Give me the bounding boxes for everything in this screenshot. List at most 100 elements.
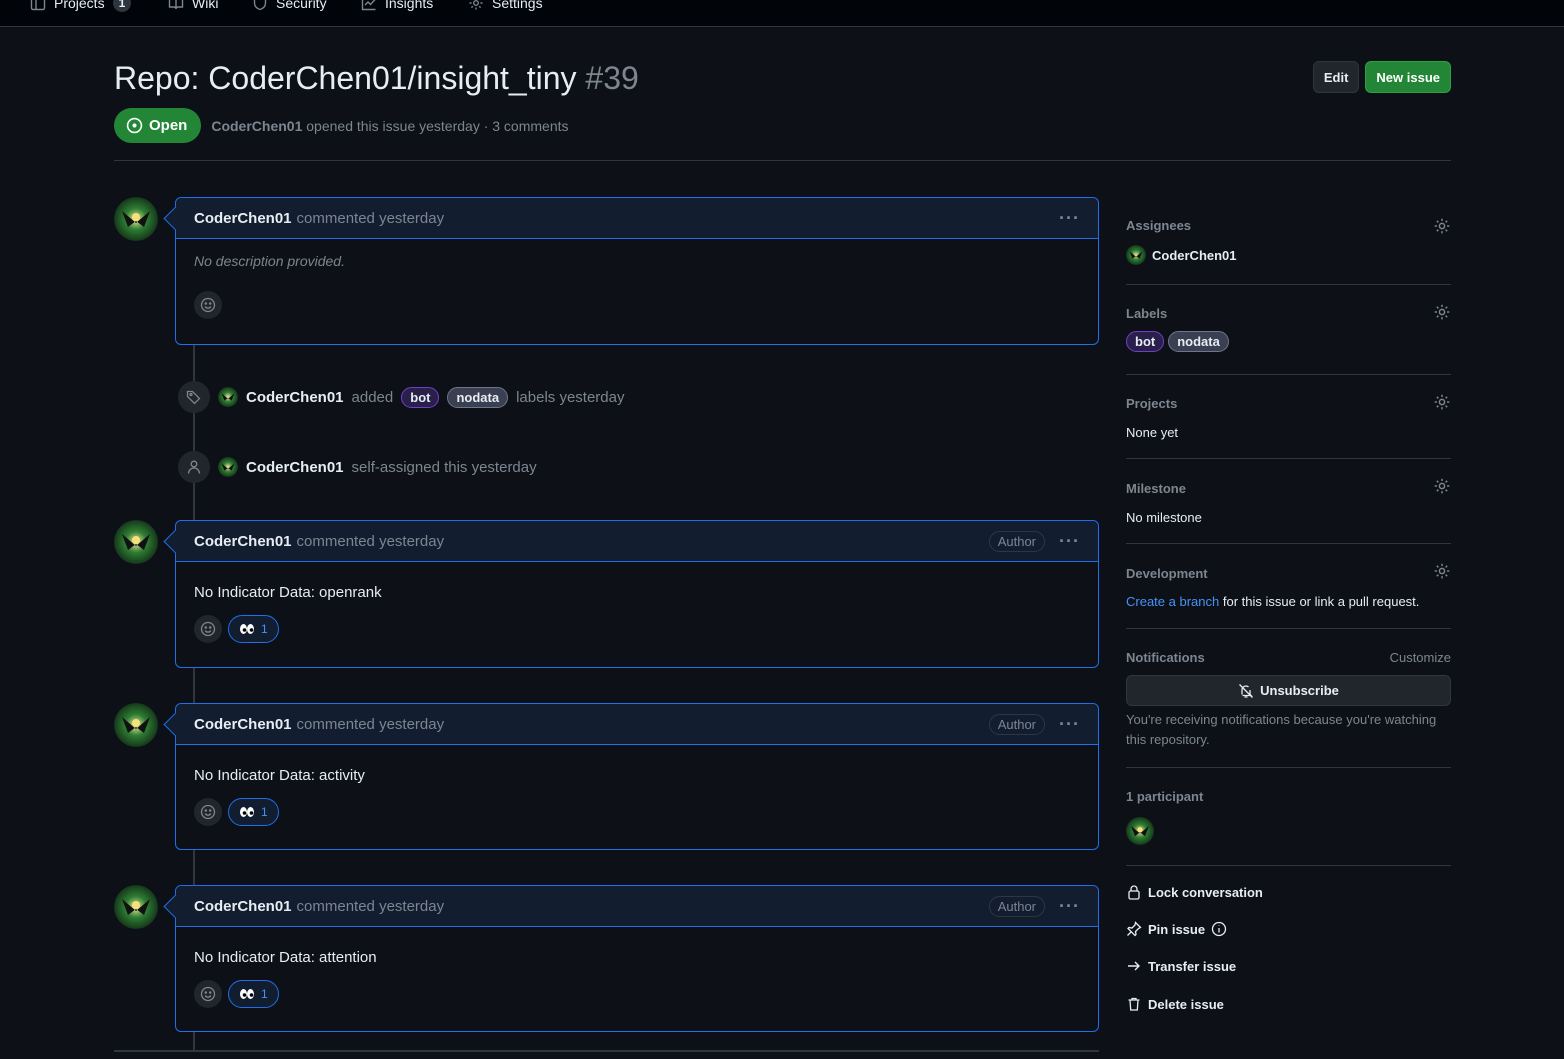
label-nodata[interactable]: nodata [1168, 331, 1229, 352]
issue-author-link[interactable]: CoderChen01 [211, 118, 302, 134]
avatar[interactable] [114, 703, 158, 747]
tab-wiki[interactable]: Wiki [168, 0, 218, 14]
reaction-count: 1 [261, 987, 268, 1001]
tab-label: Settings [492, 0, 543, 11]
tab-settings[interactable]: Settings [468, 0, 543, 14]
delete-issue-button[interactable]: Delete issue [1126, 996, 1224, 1012]
action-label: Lock conversation [1148, 884, 1263, 900]
pin-issue-button[interactable]: Pin issue [1126, 921, 1227, 937]
avatar[interactable] [114, 885, 158, 929]
comment-meta[interactable]: commented yesterday [297, 210, 445, 227]
event-actor[interactable]: CoderChen01 [246, 459, 344, 476]
gear-icon[interactable] [1433, 477, 1451, 495]
kebab-menu-icon[interactable]: ··· [1059, 714, 1080, 735]
edit-button[interactable]: Edit [1312, 61, 1360, 93]
add-reaction-button[interactable] [194, 798, 222, 826]
issue-meta: CoderChen01 opened this issue yesterday … [211, 118, 568, 134]
gear-icon[interactable] [1433, 303, 1451, 321]
customize-link[interactable]: Customize [1390, 650, 1451, 665]
eyes-icon [240, 624, 254, 634]
gear-icon[interactable] [1433, 217, 1451, 235]
add-reaction-button[interactable] [194, 980, 222, 1008]
kebab-menu-icon[interactable]: ··· [1059, 531, 1080, 552]
create-branch-link[interactable]: Create a branch [1126, 594, 1219, 609]
tab-label: Wiki [192, 0, 219, 11]
avatar[interactable] [218, 457, 238, 477]
comment-author[interactable]: CoderChen01 [194, 210, 292, 227]
comment-author[interactable]: CoderChen01 [194, 898, 292, 915]
smiley-icon [200, 297, 216, 313]
comment: CoderChen01 commented yesterday Author ·… [175, 703, 1099, 850]
comment-body: No description provided. [176, 239, 1098, 319]
action-label: Pin issue [1148, 921, 1206, 937]
info-icon[interactable] [1211, 921, 1227, 937]
sidebar-title[interactable]: Projects [1126, 396, 1177, 411]
tab-insights[interactable]: Insights [361, 0, 433, 14]
gear-icon[interactable] [1433, 393, 1451, 411]
eyes-reaction[interactable]: 1 [228, 980, 279, 1008]
comment-author[interactable]: CoderChen01 [194, 533, 292, 550]
event-actor[interactable]: CoderChen01 [246, 389, 344, 406]
author-badge: Author [988, 713, 1046, 735]
lock-conversation-button[interactable]: Lock conversation [1126, 884, 1263, 900]
comment-text: No description provided. [194, 253, 345, 269]
comment-meta[interactable]: commented yesterday [297, 716, 445, 733]
label-list: bot nodata [1126, 331, 1229, 352]
assignee-name: CoderChen01 [1152, 247, 1237, 263]
arrow-right-icon [1128, 961, 1140, 971]
avatar[interactable] [114, 520, 158, 564]
author-badge: Author [988, 530, 1046, 552]
action-label: Transfer issue [1148, 958, 1237, 974]
header-divider [114, 160, 1451, 161]
avatar[interactable] [114, 197, 158, 241]
new-issue-button[interactable]: New issue [1365, 61, 1451, 93]
unsubscribe-button[interactable]: Unsubscribe [1126, 675, 1451, 706]
timeline-line [193, 345, 195, 520]
comment: CoderChen01 commented yesterday Author ·… [175, 885, 1099, 1032]
comment: CoderChen01 commented yesterday Author ·… [175, 520, 1099, 668]
event-verb: added [351, 388, 394, 406]
avatar[interactable] [218, 387, 238, 407]
milestone-value: No milestone [1126, 510, 1202, 525]
kebab-menu-icon[interactable]: ··· [1059, 896, 1080, 917]
avatar[interactable] [1126, 817, 1154, 845]
repo-nav: Projects 1 Wiki Security Insights Settin… [0, 0, 1564, 27]
assignee[interactable]: CoderChen01 [1126, 245, 1237, 265]
tag-icon [178, 381, 210, 413]
tab-projects[interactable]: Projects 1 [30, 0, 132, 14]
kebab-menu-icon[interactable]: ··· [1059, 208, 1080, 229]
comment-meta[interactable]: commented yesterday [297, 533, 445, 550]
trash-icon [1128, 997, 1140, 1011]
development-text: Create a branch for this issue or link a… [1126, 594, 1419, 609]
issue-state-label: Open [149, 117, 188, 134]
sidebar-title[interactable]: Development [1126, 566, 1208, 581]
eyes-reaction[interactable]: 1 [228, 798, 279, 826]
notifications-note: You're receiving notifications because y… [1126, 712, 1437, 747]
bell-slash-icon [1239, 683, 1254, 698]
issue-sidebar: Assignees CoderChen01 Labels bot nodata … [1126, 200, 1451, 1046]
comment-body: No Indicator Data: attention 1 [176, 927, 1098, 1008]
header-actions: Edit New issue [1312, 61, 1451, 93]
eyes-icon [240, 989, 254, 999]
sidebar-title[interactable]: Labels [1126, 306, 1167, 321]
avatar [1126, 245, 1146, 265]
add-reaction-button[interactable] [194, 615, 222, 643]
sidebar-title[interactable]: Assignees [1126, 218, 1191, 233]
label-bot[interactable]: bot [1126, 331, 1165, 352]
pin-icon [1127, 921, 1142, 937]
sidebar-participants: 1 participant [1126, 768, 1451, 866]
label-bot[interactable]: bot [401, 386, 440, 408]
gear-icon[interactable] [1433, 562, 1451, 580]
comment-header: CoderChen01 commented yesterday Author ·… [176, 886, 1098, 927]
sidebar-title[interactable]: Milestone [1126, 481, 1186, 496]
comment-meta[interactable]: commented yesterday [297, 898, 445, 915]
eyes-reaction[interactable]: 1 [228, 615, 279, 643]
tab-label: Insights [385, 0, 434, 11]
tab-security[interactable]: Security [252, 0, 327, 14]
reaction-count: 1 [261, 805, 268, 819]
label-nodata[interactable]: nodata [447, 386, 509, 408]
add-reaction-button[interactable] [194, 291, 222, 319]
transfer-issue-button[interactable]: Transfer issue [1126, 958, 1236, 974]
timeline-line [193, 1032, 195, 1052]
comment-author[interactable]: CoderChen01 [194, 716, 292, 733]
